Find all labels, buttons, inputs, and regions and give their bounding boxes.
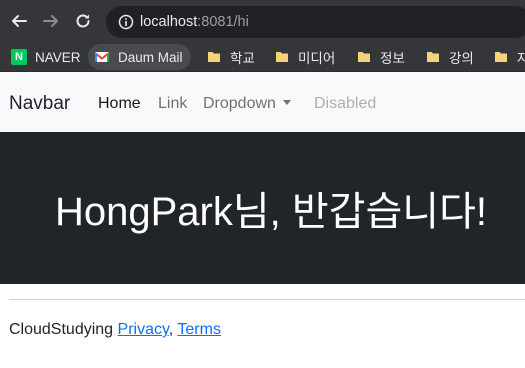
bookmark-daum-mail[interactable]: Daum Mail: [88, 44, 191, 70]
folder-icon: [358, 52, 370, 62]
navbar: Navbar Home Link Dropdown Disabled: [0, 72, 525, 132]
url-path: :8081/hi: [197, 14, 249, 30]
folder-icon: [495, 52, 507, 62]
footer-brand: CloudStudying: [9, 321, 114, 338]
bookmark-label: 강의: [449, 51, 474, 66]
back-button[interactable]: [8, 10, 30, 32]
bookmark-folder-media[interactable]: 미디어: [274, 42, 336, 71]
bookmark-naver[interactable]: N NAVER: [11, 42, 81, 71]
nav-dropdown-label: Dropdown: [203, 95, 276, 112]
navbar-brand[interactable]: Navbar: [9, 93, 70, 115]
bookmark-folder-school[interactable]: 학교: [206, 42, 255, 71]
browser-toolbar: localhost:8081/hi: [0, 0, 525, 42]
gmail-icon: [94, 52, 110, 62]
forward-button[interactable]: [40, 10, 62, 32]
bookmarks-bar: N NAVER Daum Mail 학교 미디어 정보 강의: [0, 42, 525, 72]
terms-link[interactable]: Terms: [177, 321, 221, 338]
nav-link-home[interactable]: Home: [98, 94, 141, 114]
bookmark-folder-lecture[interactable]: 강의: [425, 42, 474, 71]
footer: CloudStudying Privacy, Terms: [9, 320, 221, 340]
bookmark-label: 자: [517, 47, 525, 67]
footer-divider: [9, 299, 525, 300]
url-text[interactable]: localhost:8081/hi: [140, 13, 249, 31]
nav-link-disabled: Disabled: [314, 95, 377, 112]
hero-banner: HongPark님, 반갑습니다!: [0, 132, 525, 284]
nav-dropdown[interactable]: Dropdown: [203, 94, 291, 114]
reload-icon: [76, 14, 90, 28]
arrow-left-icon: [12, 15, 27, 27]
folder-icon: [427, 52, 439, 62]
bookmark-label: 학교: [230, 51, 255, 66]
folder-icon: [208, 52, 220, 62]
bookmark-label: NAVER: [35, 49, 81, 65]
naver-icon: N: [11, 49, 27, 65]
address-bar[interactable]: localhost:8081/hi: [106, 6, 525, 38]
caret-down-icon: [282, 100, 291, 105]
footer-separator: ,: [168, 321, 174, 338]
bookmark-label: Daum Mail: [118, 49, 183, 65]
arrow-right-icon: [43, 15, 58, 27]
bookmark-folder-info[interactable]: 정보: [356, 42, 405, 71]
url-host: localhost: [140, 14, 198, 30]
hero-greeting: HongPark님, 반갑습니다!: [54, 190, 487, 234]
bookmark-label: 미디어: [298, 51, 336, 66]
info-icon[interactable]: [118, 14, 134, 30]
bookmark-label: 정보: [380, 51, 405, 66]
bookmark-folder-more[interactable]: 자: [493, 42, 525, 71]
folder-icon: [276, 52, 288, 62]
reload-button[interactable]: [72, 10, 94, 32]
nav-link-link[interactable]: Link: [158, 94, 187, 114]
privacy-link[interactable]: Privacy: [118, 321, 169, 338]
